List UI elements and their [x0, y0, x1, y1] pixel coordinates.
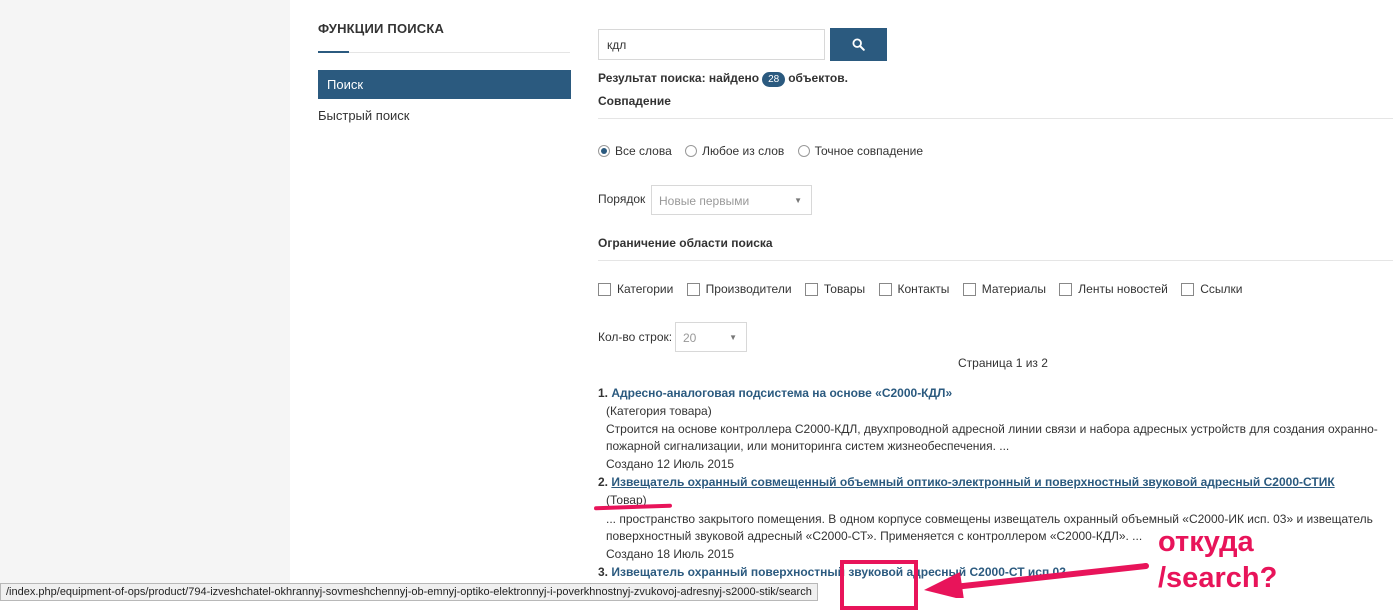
result-snippet: Строится на основе контроллера С2000-КДЛ… — [606, 422, 1378, 436]
checkbox-manufacturers[interactable]: Производители — [686, 282, 792, 296]
scope-label: Ограничение области поиска — [598, 236, 773, 250]
dropdown-arrow-icon: ▼ — [794, 196, 802, 205]
result-type: (Категория товара) — [606, 404, 712, 418]
search-button[interactable] — [830, 28, 887, 61]
dropdown-arrow-icon: ▼ — [729, 333, 737, 342]
result-snippet: поверхностный звуковой адресный «С2000-С… — [606, 529, 1143, 543]
order-select[interactable]: Новые первыми ▼ — [651, 185, 812, 215]
sidebar-title: ФУНКЦИИ ПОИСКА — [318, 21, 445, 36]
radio-any-word[interactable]: Любое из слов — [685, 144, 784, 158]
divider — [598, 260, 1393, 261]
sidebar-title-accent — [318, 51, 349, 53]
rows-select[interactable]: 20 ▼ — [675, 322, 747, 352]
match-label: Совпадение — [598, 94, 671, 108]
annotation-arrow-icon — [924, 563, 1149, 598]
checkbox-products[interactable]: Товары — [804, 282, 865, 296]
sidebar-item-quick-search[interactable]: Быстрый поиск — [318, 101, 571, 130]
rows-label: Кол-во строк: — [598, 330, 673, 344]
result-snippet: пожарной сигнализации, или мониторинга с… — [606, 439, 1010, 453]
radio-all-words[interactable]: Все слова — [598, 144, 672, 158]
annotation-highlight-box — [840, 560, 918, 610]
pagination-info: Страница 1 из 2 — [958, 356, 1048, 370]
order-label: Порядок — [598, 192, 646, 206]
match-options: Все слова Любое из слов Точное совпадени… — [598, 144, 933, 160]
checkbox-categories[interactable]: Категории — [598, 282, 673, 296]
result-created: Создано 12 Июль 2015 — [606, 457, 735, 471]
sidebar-item-search[interactable]: Поиск — [318, 70, 571, 99]
result-count-badge: 28 — [762, 72, 786, 87]
divider — [598, 118, 1393, 119]
scope-options: Категории Производители Товары Контакты … — [598, 282, 1252, 299]
radio-exact-match[interactable]: Точное совпадение — [797, 144, 923, 158]
checkbox-contacts[interactable]: Контакты — [878, 282, 949, 296]
result-title[interactable]: 2. Извещатель охранный совмещенный объем… — [598, 475, 1335, 489]
search-input[interactable] — [598, 29, 825, 60]
result-summary: Результат поиска: найдено 28 объектов. — [598, 71, 848, 87]
left-gutter — [0, 0, 290, 601]
checkbox-links[interactable]: Ссылки — [1181, 282, 1242, 296]
checkbox-materials[interactable]: Материалы — [962, 282, 1046, 296]
result-title[interactable]: 1. Адресно-аналоговая подсистема на осно… — [598, 386, 952, 400]
search-icon — [852, 38, 865, 51]
sidebar-divider — [318, 52, 570, 53]
browser-status-bar-url: /index.php/equipment-of-ops/product/794-… — [0, 583, 818, 601]
checkbox-newsfeeds[interactable]: Ленты новостей — [1059, 282, 1168, 296]
result-created: Создано 18 Июль 2015 — [606, 547, 735, 561]
annotation-question: откуда /search? — [1158, 526, 1278, 594]
